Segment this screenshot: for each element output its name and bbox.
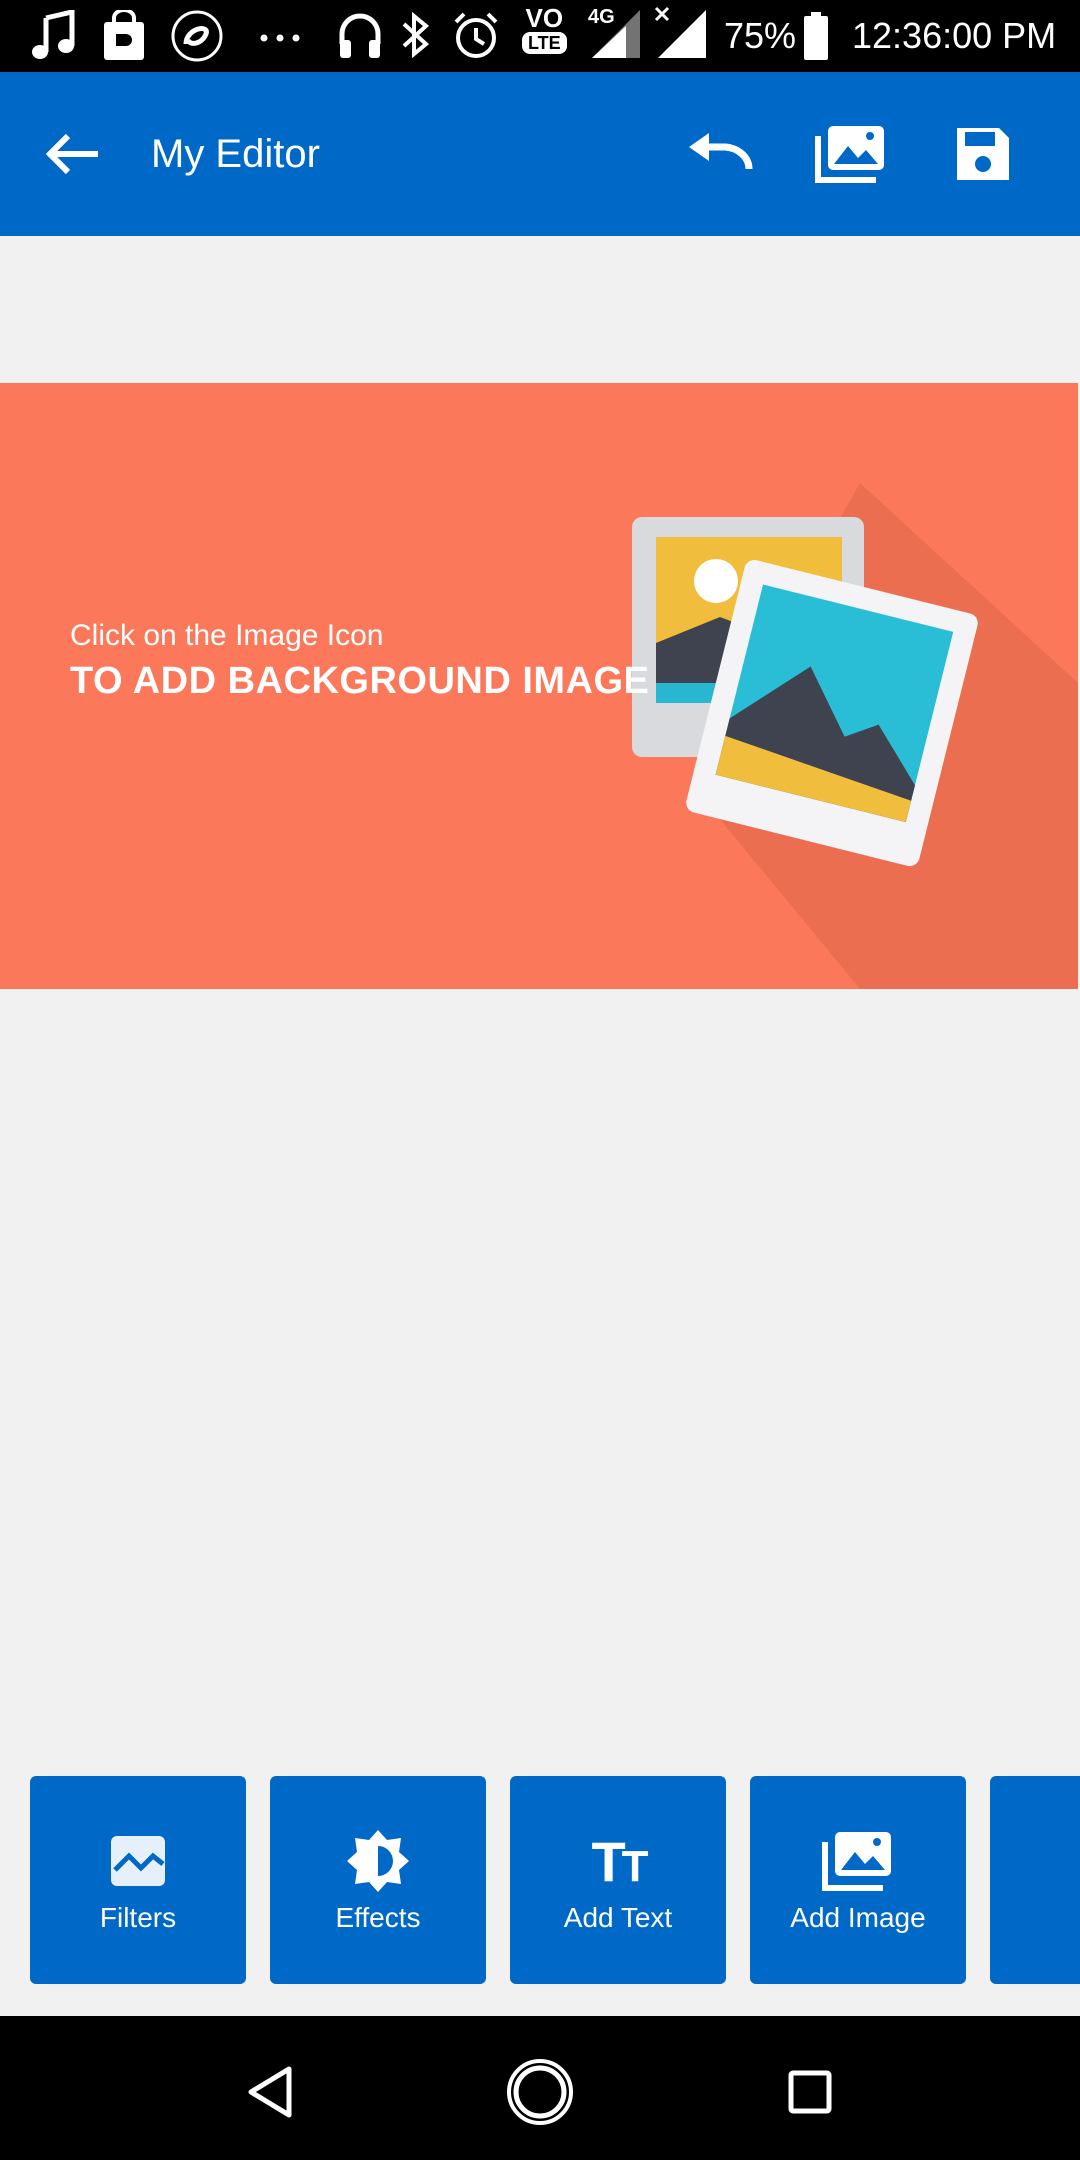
music-icon: [30, 10, 78, 62]
battery-icon: [802, 10, 830, 62]
add-text-label: Add Text: [563, 1902, 673, 1933]
back-arrow-icon[interactable]: [36, 124, 112, 184]
effects-button[interactable]: Effects: [270, 1776, 486, 1984]
airtel-icon: [170, 10, 224, 62]
banner-heading: TO ADD BACKGROUND IMAGE: [70, 660, 650, 702]
effects-icon: [270, 1830, 486, 1892]
status-bar: VO LTE 4G 75% 12:36:00 PM: [0, 0, 1080, 72]
gallery-icon[interactable]: [806, 114, 896, 194]
battery-percent: 75%: [724, 15, 797, 56]
crop-label: C: [990, 1902, 1080, 1934]
back-triangle-icon[interactable]: [230, 2052, 310, 2132]
signal-icon: [652, 6, 708, 58]
system-nav-bar: [0, 2016, 1080, 2160]
effects-label: Effects: [335, 1902, 421, 1933]
app-bar: My Editor: [0, 72, 1080, 236]
page-title: My Editor: [151, 132, 320, 176]
more-dots-icon: [258, 10, 302, 62]
signal-icon: 4G: [586, 6, 642, 58]
add-text-icon: TT: [591, 1829, 648, 1893]
filters-label: Filters: [99, 1902, 177, 1933]
volte-icon: VO LTE: [522, 4, 567, 68]
recents-square-icon[interactable]: [770, 2052, 850, 2132]
filters-icon: [30, 1830, 246, 1892]
crop-icon: T: [990, 1830, 1080, 1892]
clock-time: 12:36:00 PM: [852, 15, 1057, 56]
home-circle-icon[interactable]: [500, 2052, 580, 2132]
add-image-label: Add Image: [790, 1902, 926, 1933]
banner-hint-text: Click on the Image Icon: [70, 619, 384, 652]
crop-button[interactable]: T C: [990, 1776, 1080, 1984]
shopping-icon: [102, 10, 146, 62]
save-icon[interactable]: [938, 114, 1028, 194]
bottom-toolbar: Filters Effects TT Add Text Add Image T …: [0, 1776, 1080, 1986]
add-text-button[interactable]: TT Add Text: [510, 1776, 726, 1984]
alarm-icon: [452, 10, 500, 62]
add-image-button[interactable]: Add Image: [750, 1776, 966, 1984]
background-image-banner[interactable]: Click on the Image Icon TO ADD BACKGROUN…: [0, 383, 1078, 989]
headphones-icon: [336, 10, 384, 62]
bluetooth-icon: [398, 10, 432, 62]
undo-icon[interactable]: [675, 114, 765, 194]
add-image-icon: [750, 1830, 966, 1892]
filters-button[interactable]: Filters: [30, 1776, 246, 1984]
